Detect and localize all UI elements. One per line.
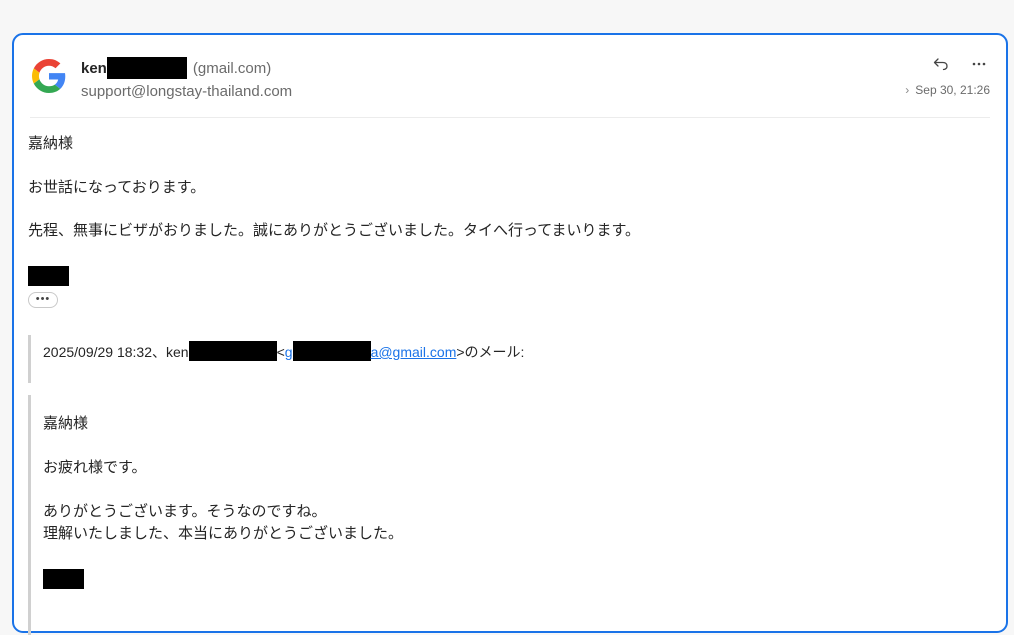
sender-domain: (gmail.com) — [192, 59, 272, 77]
quoted-line: ありがとうございます。そうなのですね。 — [43, 503, 327, 520]
sender-name[interactable]: ken — [81, 60, 107, 77]
email-card: ken (gmail.com) support@longstay-thailan… — [12, 33, 1008, 635]
body-line: お世話になっております。 — [28, 179, 206, 196]
quoted-line: お疲れ様です。 — [43, 459, 147, 476]
quote-email-link[interactable]: g a@gmail.com — [285, 341, 456, 361]
date-text: Sep 30, 21:26 — [915, 83, 990, 97]
message-date[interactable]: › Sep 30, 21:26 — [905, 83, 990, 97]
quoted-body: 嘉納様 お疲れ様です。 ありがとうございます。そうなのですね。 理解いたしました… — [43, 413, 403, 596]
more-icon[interactable] — [968, 53, 990, 75]
redaction-box — [106, 57, 187, 79]
quoted-greeting: 嘉納様 — [43, 415, 89, 432]
google-logo-icon — [32, 59, 66, 93]
message-actions — [930, 53, 990, 75]
body-greeting: 嘉納様 — [28, 135, 74, 152]
signature-redaction — [28, 266, 69, 286]
quoted-line: 理解いたしました、本当にありがとうございました。 — [43, 525, 404, 542]
quote-header: 2025/09/29 18:32、ken <g a@gmail.com>のメール: — [43, 341, 524, 362]
recipient-address[interactable]: support@longstay-thailand.com — [81, 83, 292, 100]
signature-redaction — [43, 569, 84, 589]
redaction-box — [188, 341, 277, 361]
quoted-message: 嘉納様 お疲れ様です。 ありがとうございます。そうなのですね。 理解いたしました… — [28, 395, 991, 635]
ellipsis-icon: ••• — [35, 293, 51, 305]
header-divider — [30, 117, 990, 118]
body-line: 先程、無事にビザがおりました。誠にありがとうございました。タイへ行ってまいります… — [28, 222, 641, 239]
redaction-box — [292, 341, 371, 361]
quote-suffix: のメール: — [464, 344, 525, 360]
quote-date: 2025/09/29 18:32、ken — [43, 344, 189, 360]
sender-line: ken (gmail.com) — [81, 57, 271, 79]
reply-icon[interactable] — [930, 53, 952, 75]
message-body: 嘉納様 お世話になっております。 先程、無事にビザがおりました。誠にありがとうご… — [28, 133, 640, 293]
chevron-right-icon: › — [905, 83, 910, 97]
quote-header-block: 2025/09/29 18:32、ken <g a@gmail.com>のメール: — [28, 335, 991, 383]
show-trimmed-content-button[interactable]: ••• — [28, 292, 58, 308]
